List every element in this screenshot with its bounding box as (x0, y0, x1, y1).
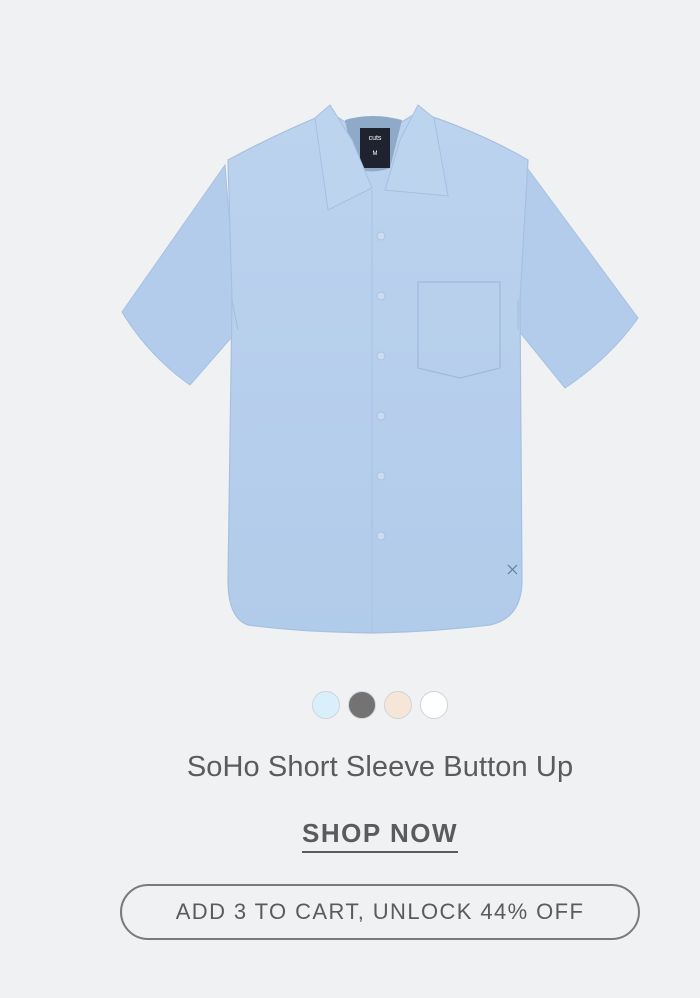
swatch-charcoal[interactable] (348, 691, 376, 719)
swatch-white[interactable] (420, 691, 448, 719)
swatch-cream[interactable] (384, 691, 412, 719)
add-to-cart-button[interactable]: ADD 3 TO CART, UNLOCK 44% OFF (120, 884, 640, 940)
brand-label-text: cuts (369, 135, 382, 142)
size-label-text: M (373, 151, 378, 157)
swatch-light-blue[interactable] (312, 691, 340, 719)
product-title: SoHo Short Sleeve Button Up (186, 751, 574, 783)
shirt-image[interactable]: cuts M (0, 0, 700, 670)
color-swatches (0, 691, 700, 719)
product-card: cuts M SoHo Short Sleeve Button Up SHOP … (0, 0, 700, 998)
shop-now-container: SHOP NOW (0, 818, 700, 853)
shop-now-link[interactable]: SHOP NOW (302, 818, 458, 853)
